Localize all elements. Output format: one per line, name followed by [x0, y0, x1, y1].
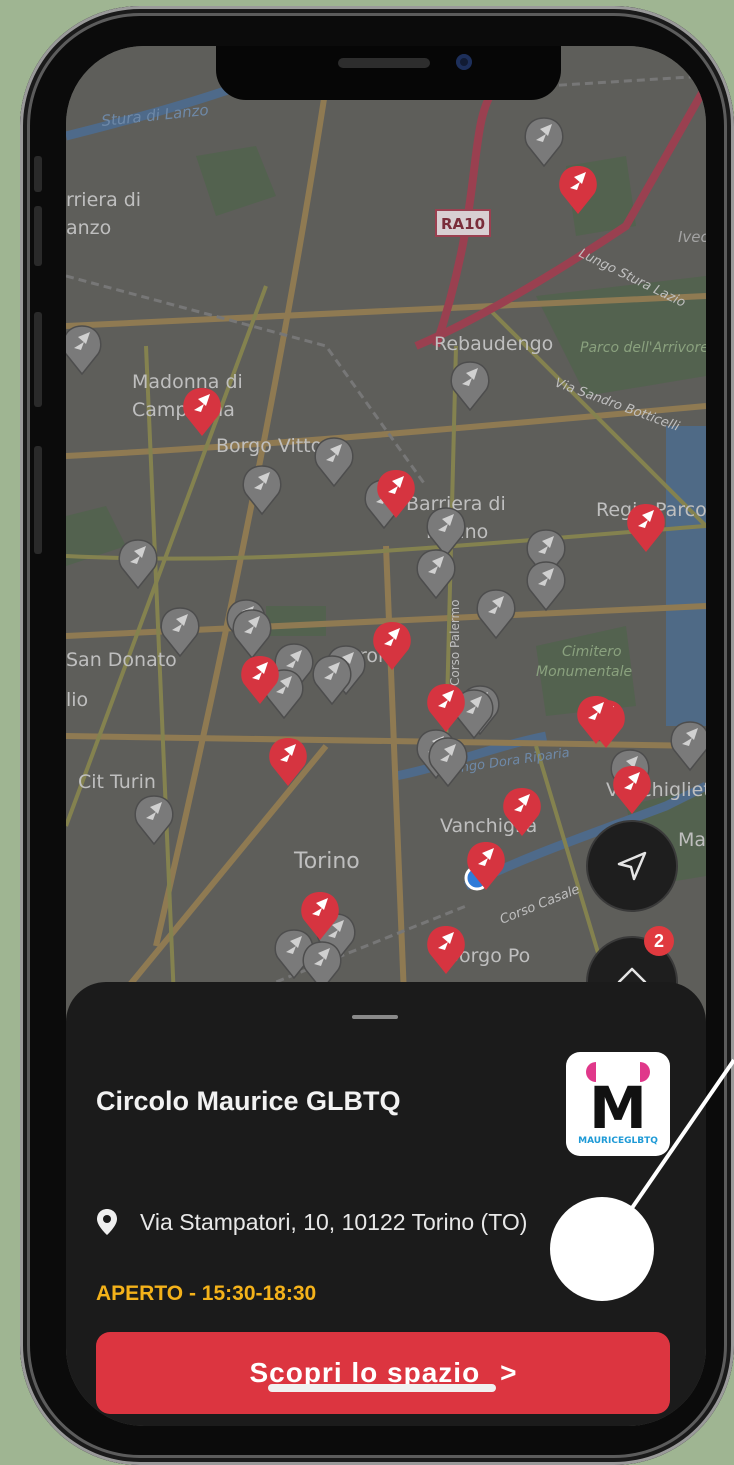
- mute-switch: [34, 156, 42, 192]
- discover-space-button[interactable]: Scopri lo spazio >: [96, 1332, 670, 1414]
- map-label-madonna: Madonna di: [132, 371, 243, 393]
- locate-me-button[interactable]: [586, 820, 678, 912]
- opening-status: APERTO - 15:30-18:30: [96, 1282, 317, 1305]
- navigation-arrow-icon: [617, 851, 647, 881]
- chevron-right-icon: >: [500, 1357, 517, 1388]
- notch: [216, 46, 561, 100]
- map-label-barriera-lanzo-2: anzo: [66, 217, 111, 239]
- tap-indicator: [550, 1197, 654, 1301]
- place-address: Via Stampatori, 10, 10122 Torino (TO): [140, 1208, 528, 1235]
- earpiece-speaker: [338, 58, 430, 68]
- map-label-rebaudengo: Rebaudengo: [434, 333, 553, 355]
- map-label-ivec: Ivec: [678, 228, 706, 246]
- side-button: [34, 446, 42, 554]
- volume-up-button: [34, 206, 42, 266]
- address-row: Via Stampatori, 10, 10122 Torino (TO): [96, 1208, 527, 1236]
- logo-letter: M: [589, 1074, 647, 1142]
- front-camera: [456, 54, 472, 70]
- map-label-corso-palermo: Corso Palermo: [448, 599, 462, 686]
- home-indicator[interactable]: [268, 1384, 496, 1392]
- map-label-torino: Torino: [293, 849, 360, 874]
- volume-down-button: [34, 312, 42, 407]
- location-pin-icon: [97, 1209, 117, 1235]
- place-title: Circolo Maurice GLBTQ: [96, 1086, 401, 1116]
- map-label-cimitero: Cimitero: [562, 644, 622, 660]
- map-label-barriera-lanzo: rriera di: [66, 189, 141, 211]
- map-label-madonna-pilone: Madonna del Pilone: [678, 829, 706, 851]
- map-label-ra10: RA10: [441, 215, 485, 233]
- map-label-lio: lio: [66, 689, 88, 711]
- map-label-cimitero-2: Monumentale: [536, 664, 632, 680]
- sheet-grabber[interactable]: [352, 1015, 398, 1019]
- map-label-san-donato: San Donato: [66, 649, 177, 671]
- map-label-cit-turin: Cit Turin: [78, 771, 156, 793]
- layers-badge: 2: [644, 926, 674, 956]
- logo-caption: MAURICEGLBTQ: [578, 1136, 658, 1146]
- river-po: [666, 426, 706, 726]
- place-logo: M MAURICEGLBTQ: [566, 1052, 670, 1156]
- map-label-parco-arrivore: Parco dell'Arrivore: [580, 340, 706, 356]
